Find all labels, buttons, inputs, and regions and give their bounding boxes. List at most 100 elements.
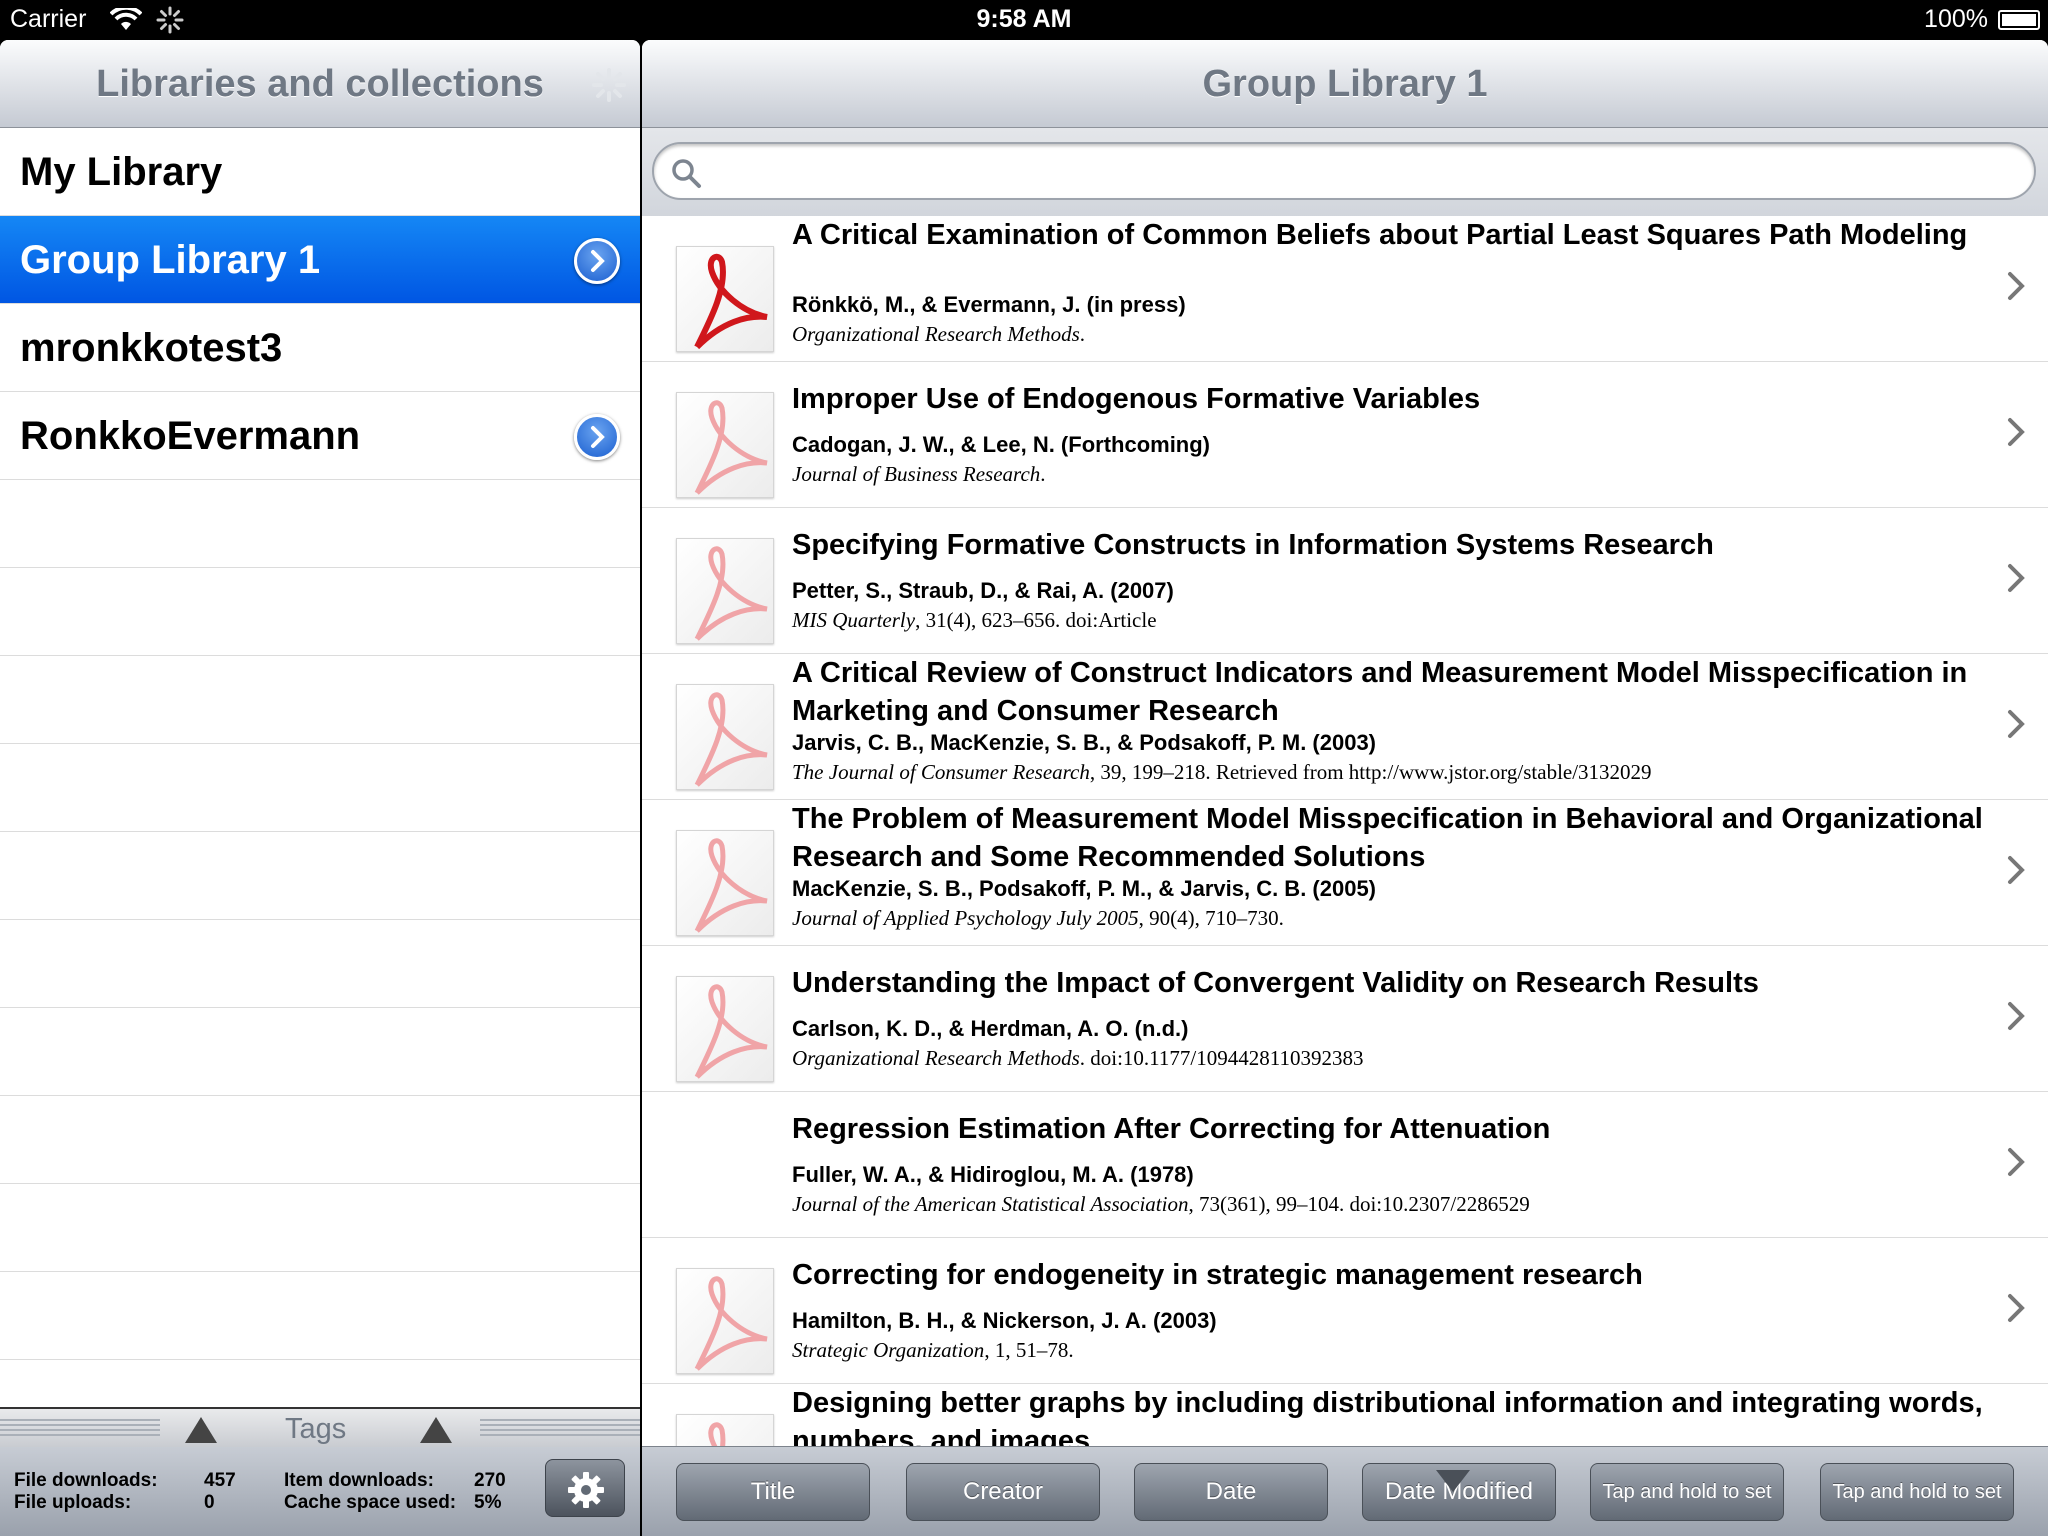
empty-row [0,1096,640,1184]
item-row[interactable]: A Critical Examination of Common Beliefs… [642,216,2048,362]
library-list: My Library Group Library 1 mronkkotest3 … [0,128,640,1360]
item-row[interactable]: Correcting for endogeneity in strategic … [642,1238,2048,1384]
libraries-title: Libraries and collections [96,63,544,105]
sort-custom-button-2[interactable]: Tap and hold to set [1820,1463,2014,1521]
sort-toolbar: Title Creator Date Date Modified Tap and… [642,1446,2048,1536]
pdf-attachment-icon[interactable] [676,830,774,936]
grip-lines [0,1419,160,1439]
library-label: mronkkotest3 [20,326,283,370]
item-authors: MacKenzie, S. B., Podsakoff, P. M., & Ja… [792,876,1377,901]
disclosure-button-icon[interactable] [574,414,620,460]
sort-date-button[interactable]: Date [1134,1463,1328,1521]
pdf-attachment-icon[interactable] [676,976,774,1082]
tags-label: Tags [285,1413,347,1445]
item-title: Understanding the Impact of Convergent V… [792,967,1759,999]
item-row[interactable]: Understanding the Impact of Convergent V… [642,946,2048,1092]
item-journal: Journal of Business Research [792,462,1041,486]
file-downloads-value: 457 [204,1470,236,1491]
chevron-right-icon [2008,272,2025,300]
item-title: Specifying Formative Constructs in Infor… [792,529,1714,561]
empty-row [0,1008,640,1096]
item-journal: The Journal of Consumer Research [792,760,1090,784]
pdf-attachment-icon[interactable] [676,246,774,352]
item-journal: MIS Quarterly [792,608,916,632]
item-authors: Petter, S., Straub, D., & Rai, A. (2007) [792,578,1174,603]
library-label: My Library [20,150,223,194]
file-downloads-label: File downloads: [14,1470,158,1491]
item-title: Regression Estimation After Correcting f… [792,1113,1551,1145]
pdf-attachment-icon[interactable] [676,1268,774,1374]
library-row-ronkkoevermann[interactable]: RonkkoEvermann [0,392,640,480]
library-row-my-library[interactable]: My Library [0,128,640,216]
empty-row [0,1184,640,1272]
cache-space-label: Cache space used: [284,1492,457,1513]
expand-up-icon [185,1417,217,1443]
chevron-right-icon [2008,1002,2025,1030]
empty-row [0,920,640,1008]
libraries-pane: Libraries and collections My Library Gro… [0,40,640,1536]
chevron-right-icon [2008,1148,2025,1176]
status-bar: Carrier 9:58 AM 100% [0,0,2048,40]
library-title: Group Library 1 [1202,63,1488,105]
sort-descending-icon [1436,1470,1470,1492]
library-row-group-library-1[interactable]: Group Library 1 [0,216,640,304]
pdf-attachment-icon[interactable] [676,684,774,790]
item-journal: Organizational Research Methods [792,322,1080,346]
item-citation: The Journal of Consumer Research, 39, 19… [792,760,1652,785]
battery-icon [1998,10,2040,30]
item-row[interactable]: The Problem of Measurement Model Misspec… [642,800,2048,946]
cache-space-value: 5% [474,1492,502,1513]
item-citation-rest: , 73(361), 99–104. doi:10.2307/2286529 [1188,1192,1530,1216]
expand-up-icon [420,1417,452,1443]
chevron-right-icon [2008,856,2025,884]
sort-title-button[interactable]: Title [676,1463,870,1521]
library-row-mronkkotest3[interactable]: mronkkotest3 [0,304,640,392]
item-citation: Journal of the American Statistical Asso… [792,1192,1530,1217]
library-label: Group Library 1 [20,238,321,282]
item-row[interactable]: Specifying Formative Constructs in Infor… [642,508,2048,654]
pdf-attachment-icon[interactable] [676,392,774,498]
item-authors: Rönkkö, M., & Evermann, J. (in press) [792,292,1186,317]
chevron-right-icon [2008,418,2025,446]
item-citation-rest: , 39, 199–218. Retrieved from http://www… [1089,760,1652,784]
library-label: RonkkoEvermann [20,414,361,458]
item-citation: MIS Quarterly, 31(4), 623–656. doi:Artic… [792,608,1157,633]
item-citation-rest: , 90(4), 710–730. [1138,906,1284,930]
item-journal: Journal of Applied Psychology July 2005 [792,906,1139,930]
tags-drawer-handle[interactable]: Tags [0,1407,640,1447]
disclosure-button-icon[interactable] [574,238,620,284]
item-row[interactable]: Regression Estimation After Correcting f… [642,1092,2048,1238]
clock: 9:58 AM [976,5,1072,33]
item-journal: Strategic Organization [792,1338,985,1362]
item-title: A Critical Examination of Common Beliefs… [792,219,1968,251]
empty-row [0,1272,640,1360]
sort-custom-button-1[interactable]: Tap and hold to set [1590,1463,1784,1521]
item-citation: Organizational Research Methods. [792,322,1085,347]
sort-creator-button[interactable]: Creator [906,1463,1100,1521]
item-downloads-value: 270 [474,1470,506,1491]
loading-spinner-icon [592,68,626,102]
item-citation: Journal of Applied Psychology July 2005,… [792,906,1284,931]
pdf-attachment-icon[interactable] [676,538,774,644]
item-row[interactable]: A Critical Review of Construct Indicator… [642,654,2048,800]
item-row[interactable]: Improper Use of Endogenous Formative Var… [642,362,2048,508]
empty-row [0,656,640,744]
item-citation: Strategic Organization, 1, 51–78. [792,1338,1074,1363]
item-downloads-label: Item downloads: [284,1470,434,1491]
item-citation: Organizational Research Methods. doi:10.… [792,1046,1363,1071]
search-input[interactable] [652,142,2036,200]
item-journal: Organizational Research Methods [792,1046,1080,1070]
item-authors: Cadogan, J. W., & Lee, N. (Forthcoming) [792,432,1211,457]
item-citation: Journal of Business Research. [792,462,1046,487]
items-navbar: Group Library 1 [642,40,2048,128]
settings-button[interactable] [545,1459,625,1517]
items-pane: Group Library 1 A Critical Examination o… [642,40,2048,1536]
items-list: A Critical Examination of Common Beliefs… [642,216,2048,1486]
libraries-navbar: Libraries and collections [0,40,640,128]
file-uploads-label: File uploads: [14,1492,132,1513]
item-authors: Jarvis, C. B., MacKenzie, S. B., & Podsa… [792,730,1377,755]
file-uploads-value: 0 [204,1492,215,1513]
item-title: The Problem of Measurement Model Misspec… [792,803,1983,873]
chevron-right-icon [2008,564,2025,592]
stats-panel: File downloads: 457 File uploads: 0 Item… [0,1447,640,1536]
